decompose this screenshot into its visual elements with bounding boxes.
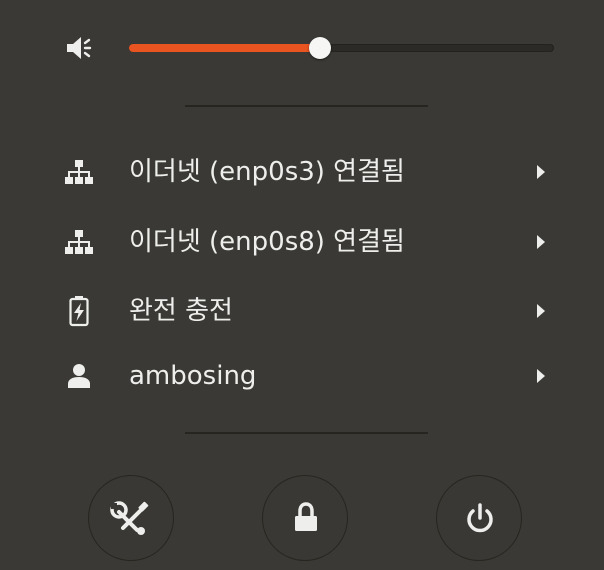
system-menu-panel: 이더넷 (enp0s3) 연결됨 이더넷 (enp0s8) 연결됨 완전 충전 … [0,0,604,570]
lock-button[interactable] [262,475,348,561]
menu-item-label: 이더넷 (enp0s3) 연결됨 [129,157,405,187]
menu-item-ethernet-enp0s3[interactable]: 이더넷 (enp0s3) 연결됨 [0,140,604,204]
menu-item-ethernet-enp0s8[interactable]: 이더넷 (enp0s8) 연결됨 [0,210,604,274]
chevron-right-icon [537,165,545,179]
menu-item-user[interactable]: ambosing [0,344,604,408]
lock-icon [295,502,317,531]
menu-item-battery[interactable]: 완전 충전 [0,279,604,343]
network-wired-icon [65,230,93,254]
network-wired-icon [65,160,93,184]
battery-charging-icon [69,296,89,327]
chevron-right-icon [537,235,545,249]
audio-volume-low-icon [67,37,92,59]
chevron-right-icon [537,304,545,318]
user-icon [68,364,90,388]
settings-button[interactable] [88,475,174,561]
power-icon [467,503,493,533]
separator [185,432,428,434]
separator [185,105,428,107]
chevron-right-icon [537,369,545,383]
power-off-button[interactable] [436,475,522,561]
settings-icon [110,501,149,535]
menu-item-label: ambosing [129,361,257,391]
menu-item-label: 완전 충전 [129,296,233,326]
volume-slider[interactable] [129,37,554,59]
volume-slider-fill [129,44,320,52]
volume-row [0,24,604,72]
volume-slider-handle[interactable] [309,37,331,59]
menu-item-label: 이더넷 (enp0s8) 연결됨 [129,227,405,257]
